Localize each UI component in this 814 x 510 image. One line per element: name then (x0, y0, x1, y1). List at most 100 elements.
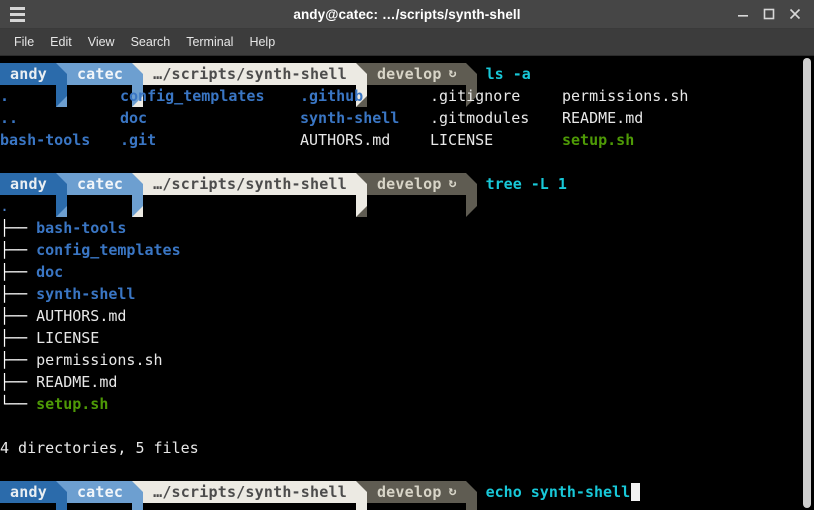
prompt-host-segment: catec (66, 63, 133, 85)
menu-item-edit[interactable]: Edit (42, 32, 80, 52)
tree-branch-icon: ├── (0, 241, 37, 259)
ls-entry: setup.sh (562, 131, 635, 149)
prompt-line: andy catec …/scripts/synth-shell develop ↻ tr… (0, 173, 800, 217)
prompt-line: andy catec …/scripts/synth-shell develop ↻ ec… (0, 481, 800, 510)
prompt-path-segment: …/scripts/synth-shell (143, 173, 356, 195)
tree-branch-icon: ├── (0, 285, 37, 303)
minimize-icon[interactable] (730, 1, 756, 27)
hamburger-menu-icon[interactable] (0, 0, 34, 28)
ls-entry: synth-shell (300, 109, 400, 127)
prompt-git-segment: develop ↻ (366, 173, 466, 195)
ls-output-row: bash-tools .git AUTHORS.md LICENSE setup.sh (0, 129, 800, 151)
ls-entry: . (0, 87, 10, 105)
prompt-line: andy catec …/scripts/synth-shell develop ↻ ls… (0, 63, 800, 107)
tree-branch-icon: ├── (0, 219, 37, 237)
prompt-path-segment: …/scripts/synth-shell (143, 481, 356, 503)
ls-entry: .gitmodules (430, 109, 530, 127)
prompt-user-segment: andy (0, 481, 56, 503)
tree-entry: ├── config_templates (0, 239, 800, 261)
ls-entry: .gitignore (430, 87, 521, 105)
menu-item-terminal[interactable]: Terminal (178, 32, 241, 52)
ls-entry: permissions.sh (562, 87, 689, 105)
git-sync-icon: ↻ (448, 176, 457, 191)
title-bar: andy@catec: …/scripts/synth-shell (0, 0, 814, 29)
tree-entry-name: setup.sh (36, 395, 109, 413)
prompt-separator-icon (55, 173, 67, 217)
menu-item-view[interactable]: View (80, 32, 123, 52)
prompt-separator-icon (355, 173, 367, 217)
ls-entry: AUTHORS.md (300, 131, 391, 149)
window-controls (730, 1, 814, 27)
tree-entry-name: synth-shell (36, 285, 136, 303)
text-cursor (631, 483, 641, 501)
ls-entry: bash-tools (0, 131, 91, 149)
tree-entry: └── setup.sh (0, 393, 800, 415)
terminal-output: andy catec …/scripts/synth-shell develop ↻ ls… (0, 56, 800, 510)
tree-entry: ├── README.md (0, 371, 800, 393)
maximize-icon[interactable] (756, 1, 782, 27)
tree-entry-name: doc (36, 263, 64, 281)
hamburger-bar (9, 18, 25, 22)
tree-root: . (0, 195, 800, 217)
tree-entry-name: bash-tools (36, 219, 127, 237)
tree-entry-name: LICENSE (36, 329, 100, 347)
command-text[interactable]: ls -a (477, 63, 531, 85)
prompt-git-branch: develop (376, 483, 442, 501)
ls-entry: config_templates (120, 87, 265, 105)
menu-bar: File Edit View Search Terminal Help (0, 29, 814, 56)
prompt-separator-icon (355, 481, 367, 510)
prompt-host-segment: catec (66, 173, 133, 195)
git-sync-icon: ↻ (448, 484, 457, 499)
ls-entry: .. (0, 109, 19, 127)
window-title: andy@catec: …/scripts/synth-shell (293, 6, 521, 22)
command-text[interactable]: tree -L 1 (477, 173, 567, 195)
tree-entry-name: README.md (36, 373, 118, 391)
tree-entry: ├── bash-tools (0, 217, 800, 239)
tree-entry: ├── LICENSE (0, 327, 800, 349)
scrollbar-thumb[interactable] (803, 58, 811, 508)
tree-entry-name: config_templates (36, 241, 181, 259)
ls-output-row: . config_templates .github .gitignore permis… (0, 85, 800, 107)
hamburger-bar (9, 6, 25, 10)
tree-branch-icon: ├── (0, 329, 37, 347)
tree-branch-icon: ├── (0, 307, 37, 325)
terminal-body[interactable]: andy catec …/scripts/synth-shell develop ↻ ls… (0, 56, 814, 510)
prompt-host-segment: catec (66, 481, 133, 503)
prompt-git-segment: develop ↻ (366, 481, 466, 503)
command-text[interactable]: echo synth-shell (477, 481, 641, 503)
tree-entry: ├── doc (0, 261, 800, 283)
tree-entry-name: permissions.sh (36, 351, 163, 369)
tree-entry-name: AUTHORS.md (36, 307, 127, 325)
prompt-git-branch: develop (376, 175, 442, 193)
tree-branch-icon: ├── (0, 351, 37, 369)
prompt-git-branch: develop (376, 65, 442, 83)
close-icon[interactable] (782, 1, 808, 27)
prompt-separator-icon (55, 481, 67, 510)
prompt-separator-icon (465, 173, 477, 217)
ls-entry: .github (300, 87, 364, 105)
tree-branch-icon: ├── (0, 263, 37, 281)
ls-entry: .git (120, 131, 157, 149)
tree-summary: 4 directories, 5 files (0, 439, 199, 457)
hamburger-bar (9, 12, 25, 16)
menu-item-search[interactable]: Search (123, 32, 179, 52)
ls-entry: README.md (562, 109, 644, 127)
tree-branch-icon: └── (0, 395, 37, 413)
prompt-separator-icon (132, 173, 144, 217)
menu-item-file[interactable]: File (6, 32, 42, 52)
prompt-user-segment: andy (0, 63, 56, 85)
ls-output-row: .. doc synth-shell .gitmodules README.md (0, 107, 800, 129)
ls-entry: LICENSE (430, 131, 494, 149)
prompt-separator-icon (132, 481, 144, 510)
prompt-separator-icon (465, 481, 477, 510)
menu-item-help[interactable]: Help (241, 32, 283, 52)
tree-entry: ├── AUTHORS.md (0, 305, 800, 327)
prompt-git-segment: develop ↻ (366, 63, 466, 85)
scrollbar[interactable] (800, 56, 814, 510)
tree-branch-icon: ├── (0, 373, 37, 391)
tree-entry: ├── permissions.sh (0, 349, 800, 371)
prompt-user-segment: andy (0, 173, 56, 195)
